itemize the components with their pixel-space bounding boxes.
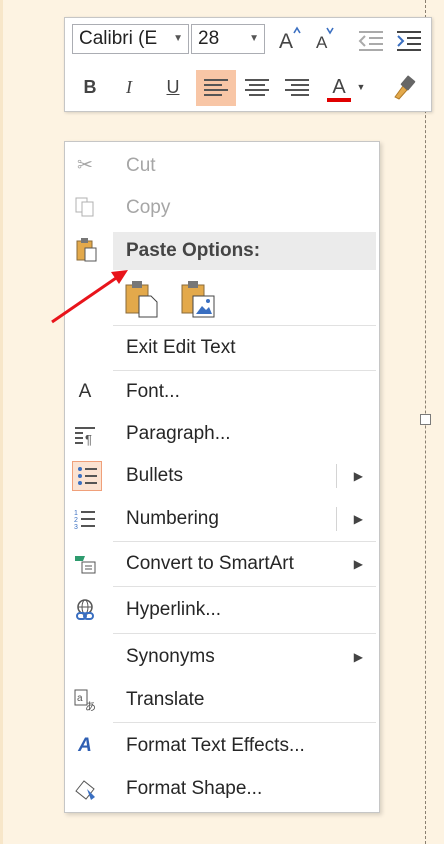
font-color-bar bbox=[327, 98, 351, 102]
paste-options-label: Paste Options: bbox=[126, 240, 261, 261]
menu-item-label: Numbering bbox=[126, 508, 219, 529]
menu-separator bbox=[113, 541, 376, 542]
paste-icon bbox=[75, 237, 99, 268]
grow-font-icon: A bbox=[279, 26, 301, 53]
svg-text:あ: あ bbox=[85, 700, 96, 712]
mini-toolbar: Calibri (E ▼ 28 ▼ A A B I U A ▼ bbox=[64, 17, 432, 112]
menu-item-synonyms[interactable]: Synonyms ▶ bbox=[65, 637, 379, 677]
menu-item-bullets[interactable]: Bullets ▶ bbox=[65, 456, 379, 496]
menu-item-label: Format Shape... bbox=[126, 778, 263, 799]
bold-button[interactable]: B bbox=[74, 71, 106, 103]
smartart-icon bbox=[73, 552, 97, 576]
paragraph-icon: ¶ bbox=[73, 422, 97, 447]
grow-font-button[interactable]: A bbox=[273, 23, 305, 55]
text-effects-icon: A bbox=[78, 735, 92, 756]
font-color-button[interactable]: A bbox=[323, 71, 355, 103]
submenu-arrow-icon[interactable]: ▶ bbox=[354, 456, 363, 496]
slide-edge bbox=[0, 0, 3, 844]
menu-separator bbox=[113, 325, 376, 326]
menu-item-font[interactable]: A Font... bbox=[65, 372, 379, 412]
translate-icon: aあ bbox=[73, 688, 97, 713]
increase-indent-button[interactable] bbox=[393, 23, 425, 55]
svg-text:¶: ¶ bbox=[85, 432, 92, 446]
menu-item-label: Synonyms bbox=[126, 646, 215, 667]
font-color-dropdown[interactable]: ▼ bbox=[354, 71, 368, 103]
chevron-down-icon[interactable]: ▼ bbox=[249, 25, 259, 53]
resize-handle[interactable] bbox=[420, 414, 431, 425]
menu-item-label: Convert to SmartArt bbox=[126, 553, 294, 574]
menu-item-hyperlink[interactable]: Hyperlink... bbox=[65, 590, 379, 630]
menu-item-cut[interactable]: ✂ Cut bbox=[65, 146, 379, 186]
submenu-arrow-icon[interactable]: ▶ bbox=[354, 499, 363, 539]
menu-item-label: Bullets bbox=[126, 465, 184, 486]
underline-button[interactable]: U bbox=[157, 71, 189, 103]
menu-item-exit-edit-text[interactable]: Exit Edit Text bbox=[65, 328, 379, 368]
menu-item-translate[interactable]: aあ Translate bbox=[65, 680, 379, 720]
shrink-font-button[interactable]: A bbox=[308, 23, 340, 55]
menu-separator bbox=[113, 586, 376, 587]
svg-text:a: a bbox=[77, 693, 83, 704]
menu-item-label: Exit Edit Text bbox=[126, 337, 236, 358]
decrease-indent-button[interactable] bbox=[355, 23, 387, 55]
font-size-combo[interactable]: 28 ▼ bbox=[191, 24, 265, 54]
shrink-font-icon: A bbox=[316, 27, 334, 52]
format-painter-icon bbox=[394, 75, 416, 100]
paste-picture-button[interactable] bbox=[179, 278, 217, 320]
menu-item-label: Format Text Effects... bbox=[126, 735, 305, 756]
svg-text:3: 3 bbox=[74, 524, 78, 531]
align-left-button[interactable] bbox=[196, 70, 236, 106]
align-left-icon bbox=[204, 79, 228, 96]
hyperlink-icon bbox=[73, 598, 97, 622]
menu-separator bbox=[113, 722, 376, 723]
increase-indent-icon bbox=[397, 31, 421, 51]
align-center-button[interactable] bbox=[241, 71, 273, 103]
align-right-button[interactable] bbox=[281, 71, 313, 103]
menu-item-label: Hyperlink... bbox=[126, 599, 222, 620]
paste-options-header: Paste Options: bbox=[113, 232, 376, 270]
split-separator bbox=[336, 507, 337, 531]
menu-item-convert-to-smartart[interactable]: Convert to SmartArt ▶ bbox=[65, 544, 379, 584]
scissors-icon: ✂ bbox=[77, 155, 93, 176]
svg-text:A: A bbox=[279, 30, 293, 53]
menu-separator bbox=[113, 633, 376, 634]
menu-item-label: Translate bbox=[126, 689, 205, 710]
split-separator bbox=[336, 464, 337, 488]
font-color-letter: A bbox=[332, 76, 346, 98]
chevron-down-icon[interactable]: ▼ bbox=[173, 25, 183, 53]
menu-item-format-text-effects[interactable]: A Format Text Effects... bbox=[65, 726, 379, 766]
menu-item-copy[interactable]: Copy bbox=[65, 188, 379, 228]
align-right-icon bbox=[285, 79, 309, 96]
format-painter-button[interactable] bbox=[387, 71, 419, 103]
svg-text:A: A bbox=[316, 33, 328, 52]
svg-text:2: 2 bbox=[74, 517, 78, 524]
menu-item-label: Font... bbox=[126, 381, 180, 402]
menu-item-label: Copy bbox=[126, 197, 171, 218]
font-size-value: 28 bbox=[198, 28, 220, 49]
submenu-arrow-icon[interactable]: ▶ bbox=[354, 637, 363, 677]
submenu-arrow-icon[interactable]: ▶ bbox=[354, 544, 363, 584]
context-menu: ✂ Cut Copy Paste Options: Exit Edit Text… bbox=[64, 141, 380, 813]
menu-item-label: Cut bbox=[126, 155, 156, 176]
menu-item-format-shape[interactable]: Format Shape... bbox=[65, 769, 379, 809]
align-center-icon bbox=[245, 79, 269, 96]
menu-item-paragraph[interactable]: ¶ Paragraph... bbox=[65, 414, 379, 454]
font-name-combo[interactable]: Calibri (E ▼ bbox=[72, 24, 189, 54]
menu-item-numbering[interactable]: 123 Numbering ▶ bbox=[65, 499, 379, 539]
svg-text:1: 1 bbox=[74, 510, 78, 517]
font-name-value: Calibri (E bbox=[79, 28, 158, 49]
numbering-icon: 123 bbox=[73, 507, 97, 531]
menu-item-label: Paragraph... bbox=[126, 423, 231, 444]
bullets-icon bbox=[72, 461, 102, 491]
paste-picture-icon bbox=[181, 281, 215, 318]
menu-separator bbox=[113, 370, 376, 371]
paste-keep-source-button[interactable] bbox=[123, 278, 161, 320]
paste-keep-formatting-icon bbox=[125, 281, 158, 318]
italic-button[interactable]: I bbox=[113, 71, 145, 103]
font-icon: A bbox=[78, 381, 92, 402]
format-shape-icon bbox=[73, 777, 97, 801]
decrease-indent-icon bbox=[358, 31, 383, 51]
copy-icon bbox=[73, 196, 97, 220]
